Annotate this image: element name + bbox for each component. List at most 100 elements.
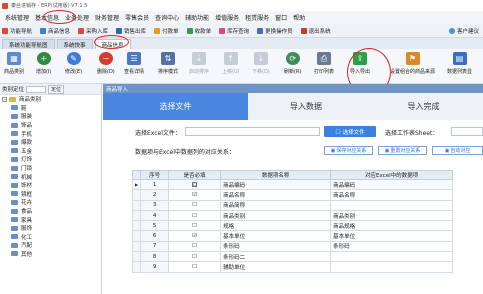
menu-help[interactable]: 帮助 [290, 13, 308, 22]
table-row[interactable]: 5 ☐ 规格 商品规格 [131, 220, 454, 232]
cell-excel[interactable]: 商品名称 [330, 189, 454, 201]
locate-button[interactable]: 定位 [48, 84, 65, 94]
quick-purchase[interactable]: 采购入库 [78, 27, 108, 35]
save-mapping-button[interactable]: ▣ 保存对应关系 [324, 146, 373, 155]
cell-required[interactable]: ☐ [168, 220, 222, 232]
col-header-no[interactable]: 序号 [140, 170, 170, 180]
menu-assist[interactable]: 辅助功能 [182, 13, 212, 22]
quick-stock[interactable]: 库存查询 [219, 27, 249, 35]
reset-mapping-button[interactable]: ▣ 重置对应关系 [378, 146, 427, 155]
tree-node[interactable]: 门锁 [2, 164, 101, 173]
required-checkbox[interactable]: ☑ [192, 233, 197, 239]
tree-node[interactable]: 服装 [2, 112, 101, 121]
menu-lease[interactable]: 租赁服务 [242, 13, 272, 22]
tree-node[interactable]: 花卉 [2, 198, 101, 207]
edit-button[interactable]: ✎ 修改(E) [65, 52, 82, 75]
sheet-select[interactable] [451, 127, 483, 136]
table-row[interactable]: 4 ☐ 商品类别 商品类别 [131, 209, 454, 222]
tree-node[interactable]: 镜框 [2, 190, 101, 199]
tree-node[interactable]: 饰品 [2, 121, 101, 130]
quick-payment[interactable]: 付款单 [154, 27, 179, 35]
start-sort-button[interactable]: ⇣ 启动排序 [189, 52, 209, 75]
tree-node[interactable]: 服饰 [2, 224, 101, 233]
customer-feedback[interactable]: 客户建议 [448, 27, 479, 35]
menu-window[interactable]: 窗口 [272, 13, 290, 22]
quick-sales[interactable]: 销售出库 [116, 27, 146, 35]
cell-excel[interactable] [330, 199, 454, 211]
required-checkbox[interactable]: ☐ [192, 213, 197, 219]
cell-excel[interactable]: 基本单位 [330, 230, 454, 242]
required-checkbox[interactable]: ☐ [192, 264, 197, 270]
cell-required[interactable]: ☐ [168, 199, 222, 211]
required-checkbox[interactable]: ☐ [192, 254, 197, 260]
col-header-excel[interactable]: 对应Excel中的数据项 [330, 170, 454, 180]
cell-required[interactable]: ☐ [168, 240, 222, 253]
menu-retail[interactable]: 零售会员 [122, 13, 152, 22]
table-row[interactable]: ▶ 1 ☐ 商品编码 商品编码 [131, 178, 454, 191]
col-header-required[interactable]: 是否必填 [168, 170, 222, 180]
table-row[interactable]: 3 ☐ 商品简称 [131, 199, 454, 211]
view-detail-button[interactable]: ☰ 查看详情 [124, 52, 144, 75]
tree-node[interactable]: 鞋 [2, 104, 101, 113]
required-checkbox[interactable]: ☑ [192, 192, 197, 198]
tree-node[interactable]: 饰材 [2, 181, 101, 190]
category-button[interactable]: ▦ 商品类别 [4, 52, 24, 75]
sort-mode-button[interactable]: ⇅ 排序模式 [158, 52, 178, 75]
quick-exit[interactable]: 退出系统 [300, 27, 331, 35]
required-checkbox[interactable]: ☐ [192, 243, 197, 249]
tree-node[interactable]: 食品 [2, 207, 101, 216]
menu-query[interactable]: 查询中心 [152, 13, 182, 22]
menu-finance[interactable]: 财务管理 [92, 13, 122, 22]
cell-required[interactable]: ☑ [168, 230, 222, 242]
collapse-icon[interactable]: − [2, 96, 7, 102]
category-locate-input[interactable] [26, 85, 47, 93]
tree-node[interactable]: 其他 [2, 250, 101, 259]
quick-switch-user[interactable]: 更换操作员 [257, 27, 293, 35]
menu-system[interactable]: 系统管理 [2, 13, 32, 22]
tab-system-quick[interactable]: 系统快事 [56, 39, 93, 49]
table-row[interactable]: 2 ☑ 商品名称 商品名称 [131, 189, 454, 201]
table-row[interactable]: 6 ☑ 基本单位 基本单位 [131, 230, 454, 242]
list-display-button[interactable]: ▤ 数据列表显 [447, 52, 472, 75]
tree-node[interactable]: 五金 [2, 147, 101, 156]
quick-product-info[interactable]: 商品信息 [40, 27, 70, 35]
tab-function-nav[interactable]: 系统功能导航图 [2, 39, 55, 49]
cell-required[interactable]: ☐ [168, 251, 222, 263]
required-checkbox[interactable]: ☐ [192, 223, 197, 229]
cell-excel[interactable]: 商品编码 [330, 178, 454, 191]
cell-excel[interactable] [330, 261, 454, 273]
refresh-button[interactable]: ⟳ 刷新(R) [284, 52, 301, 75]
table-row[interactable]: 8 ☐ 条形码二 [131, 251, 454, 263]
delete-button[interactable]: − 删除(D) [97, 52, 115, 75]
required-checkbox[interactable]: ☐ [192, 181, 198, 187]
cell-required[interactable]: ☐ [168, 178, 222, 191]
tree-node-root[interactable]: − 商品类别 [2, 95, 101, 104]
cell-excel[interactable] [330, 251, 454, 263]
cell-required[interactable]: ☑ [168, 189, 222, 201]
tree-node[interactable]: 家具 [2, 215, 101, 224]
table-row[interactable]: 7 ☐ 条形码 条形码 [131, 240, 454, 253]
tree-node[interactable]: 汽配 [2, 241, 101, 250]
add-button[interactable]: + 增加(I) [36, 52, 51, 75]
cell-excel[interactable]: 商品类别 [330, 209, 454, 222]
quick-nav[interactable]: 功能导航 [2, 27, 32, 35]
choose-file-button[interactable]: ▢ 选择文件 [324, 126, 376, 137]
required-checkbox[interactable]: ☐ [192, 202, 197, 208]
tree-node[interactable]: 爆款 [2, 138, 101, 147]
tree-node[interactable]: 机械 [2, 172, 101, 181]
tree-node[interactable]: 灯饰 [2, 155, 101, 164]
cell-excel[interactable]: 条形码 [330, 240, 454, 253]
auto-mapping-button[interactable]: ▣ 自动对应 [432, 146, 483, 155]
excel-file-input[interactable] [185, 127, 320, 136]
table-row[interactable]: 9 ☐ 辅助单位 [131, 261, 454, 273]
cell-required[interactable]: ☐ [168, 261, 222, 273]
print-list-button[interactable]: ⎙ 打印列表 [314, 52, 334, 75]
col-header-name[interactable]: 数据项名称 [220, 170, 332, 180]
combo-source-button[interactable]: ⚑ 设置组合的商品来源 [390, 52, 435, 75]
tree-node[interactable]: 手机 [2, 129, 101, 138]
move-up-button[interactable]: ↑ 上移(U) [222, 52, 240, 75]
menu-value-added[interactable]: 增值服务 [212, 13, 242, 22]
quick-receipt[interactable]: 收款单 [186, 27, 211, 35]
cell-excel[interactable]: 商品规格 [330, 220, 454, 232]
cell-required[interactable]: ☐ [168, 209, 222, 222]
